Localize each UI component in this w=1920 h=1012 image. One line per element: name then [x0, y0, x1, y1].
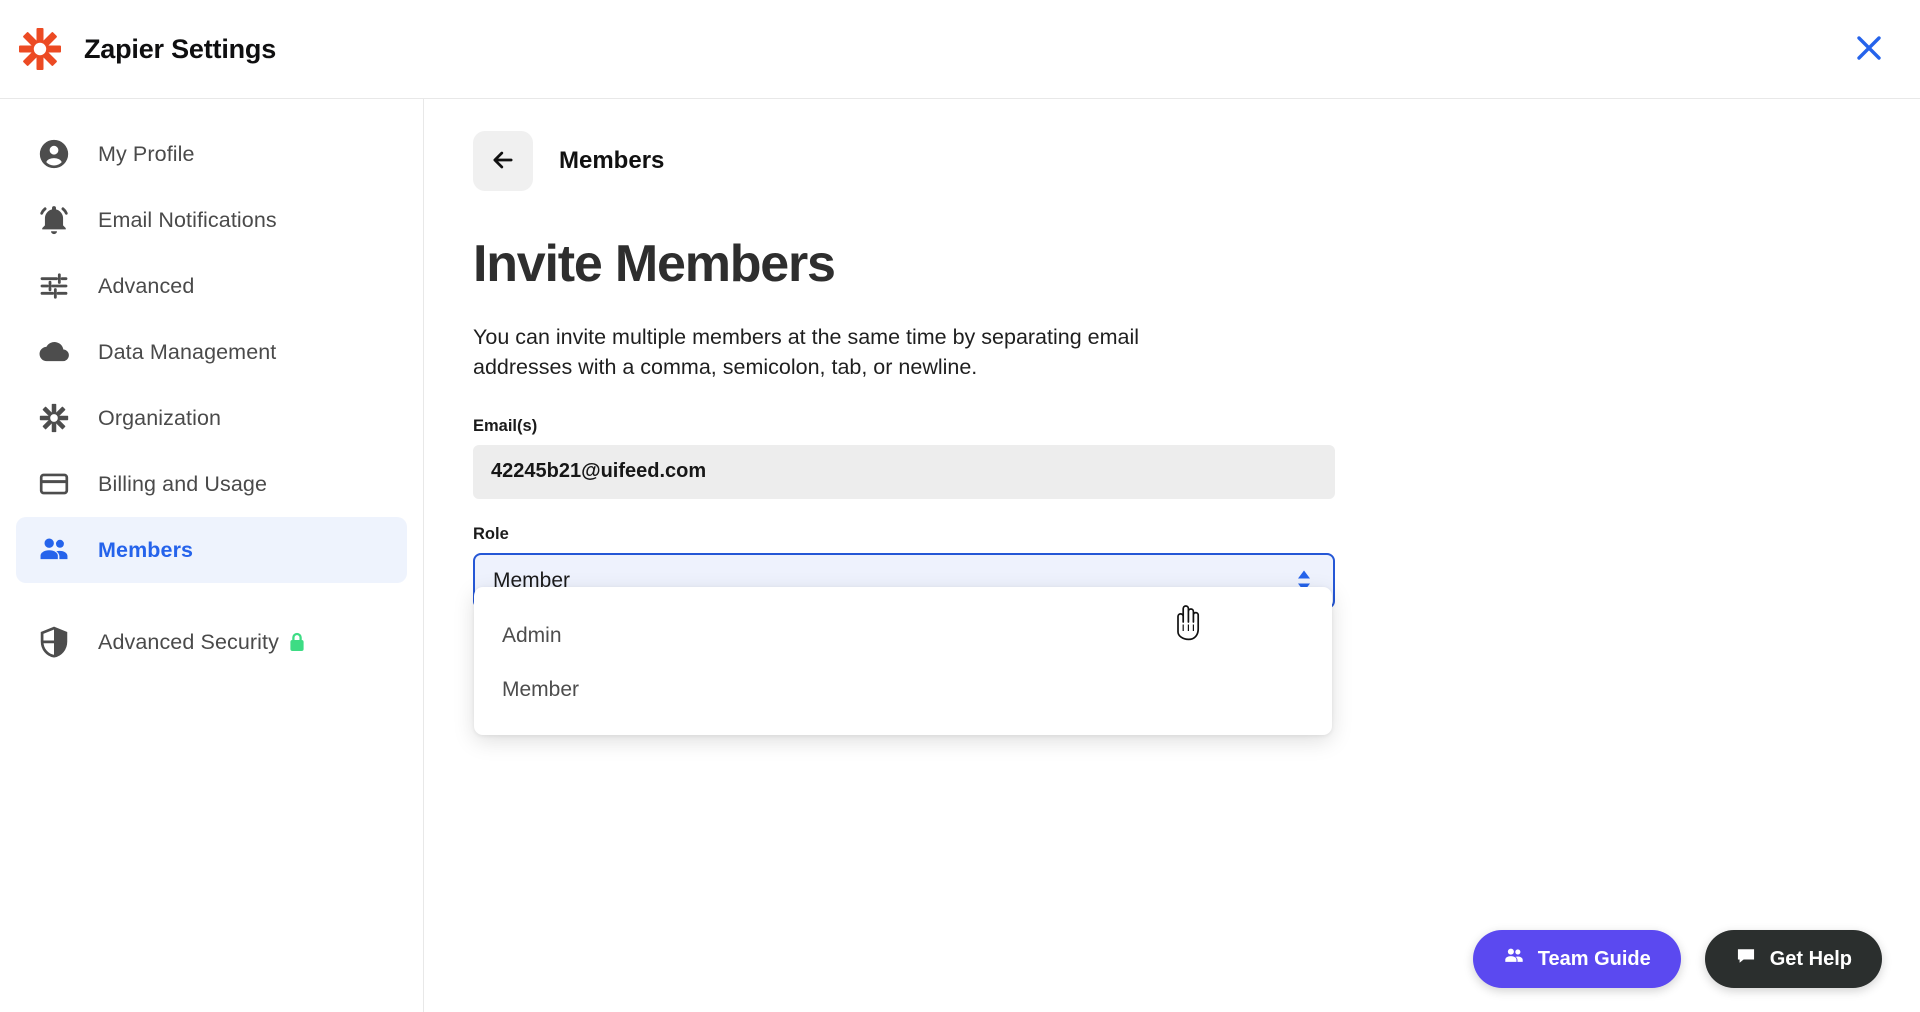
lock-icon: [287, 631, 307, 653]
chat-bubble-icon: [1735, 945, 1757, 973]
get-help-label: Get Help: [1769, 947, 1852, 970]
email-field-label: Email(s): [473, 416, 538, 435]
sidebar-item-email-notifications[interactable]: Email Notifications: [16, 187, 407, 253]
close-button[interactable]: [1846, 26, 1892, 72]
credit-card-icon: [36, 466, 72, 502]
cloud-icon: [36, 334, 72, 370]
sidebar-item-label: Data Management: [98, 339, 277, 364]
app-title: Zapier Settings: [84, 33, 277, 64]
page-title: Members: [559, 147, 665, 174]
sidebar-item-billing-and-usage[interactable]: Billing and Usage: [16, 451, 407, 517]
sidebar-item-label: Email Notifications: [98, 207, 277, 232]
team-guide-label: Team Guide: [1537, 947, 1651, 970]
sidebar-item-label: Members: [98, 537, 194, 562]
zapier-settings-modal: Zapier Settings My Profile Email Notific…: [0, 0, 1920, 1012]
description-text: You can invite multiple members at the s…: [473, 324, 1140, 380]
sidebar-item-data-management[interactable]: Data Management: [16, 319, 407, 385]
shield-icon: [36, 624, 72, 660]
email-field-group: Email(s): [473, 417, 1335, 499]
invite-form-section: Invite Members You can invite multiple m…: [425, 191, 1425, 735]
sidebar-item-label: Advanced: [98, 273, 195, 298]
sidebar: My Profile Email Notifications Advanced: [0, 99, 424, 1012]
person-circle-icon: [36, 136, 72, 172]
role-dropdown-menu: Admin Member: [474, 586, 1332, 735]
asterisk-icon: [36, 400, 72, 436]
sliders-icon: [36, 268, 72, 304]
role-field-label: Role: [473, 524, 509, 543]
team-guide-button[interactable]: Team Guide: [1472, 930, 1681, 988]
sidebar-item-organization[interactable]: Organization: [16, 385, 407, 451]
close-icon: [1854, 33, 1884, 66]
sidebar-item-advanced[interactable]: Advanced: [16, 253, 407, 319]
bell-icon: [36, 202, 72, 238]
floating-action-bar: Team Guide Get Help: [1472, 930, 1882, 988]
email-input[interactable]: [473, 444, 1335, 499]
back-button[interactable]: [473, 131, 533, 191]
zapier-asterisk-logo-icon: [16, 25, 64, 73]
app-header: Zapier Settings: [0, 0, 1920, 99]
role-option-member[interactable]: Member: [474, 663, 1332, 717]
page-header: Members: [425, 99, 1920, 191]
role-option-admin[interactable]: Admin: [474, 609, 1332, 663]
sidebar-item-members[interactable]: Members: [16, 517, 407, 583]
sidebar-item-my-profile[interactable]: My Profile: [16, 121, 407, 187]
arrow-left-icon: [489, 146, 517, 177]
main-content: Members Invite Members You can invite mu…: [425, 99, 1920, 1012]
get-help-button[interactable]: Get Help: [1704, 930, 1882, 988]
people-icon: [36, 532, 72, 568]
sidebar-item-label: My Profile: [98, 141, 195, 166]
brand: Zapier Settings: [0, 25, 276, 73]
people-icon: [1503, 945, 1525, 973]
sidebar-item-advanced-security[interactable]: Advanced Security: [16, 609, 407, 675]
sidebar-item-label: Billing and Usage: [98, 471, 268, 496]
heading: Invite Members: [473, 235, 836, 293]
sidebar-item-label: Organization: [98, 405, 222, 430]
role-field-group: Role Member Admin Member: [473, 524, 1335, 735]
sidebar-item-label: Advanced Security: [98, 629, 279, 654]
